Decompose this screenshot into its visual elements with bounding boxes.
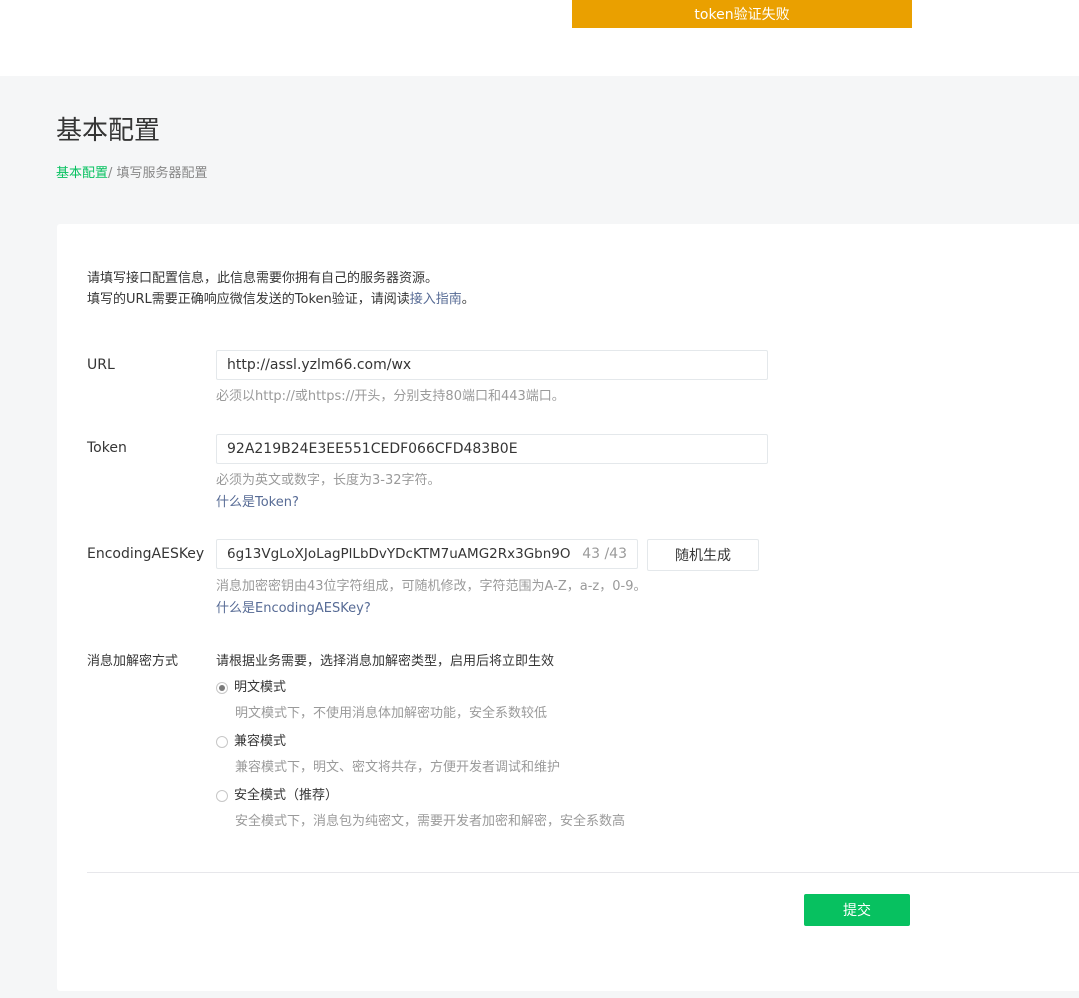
toast-message: token验证失败 <box>694 7 790 23</box>
radio-label: 安全模式（推荐） <box>234 788 339 803</box>
radio-button[interactable] <box>216 790 228 802</box>
breadcrumb-current: 填写服务器配置 <box>116 166 208 181</box>
error-toast: token验证失败 <box>572 0 912 28</box>
aes-key-hint: 消息加密密钥由43位字符组成，可随机修改，字符范围为A-Z，a-z，0-9。 <box>216 579 647 594</box>
token-hint: 必须为英文或数字，长度为3-32字符。 <box>216 473 441 488</box>
form-divider <box>87 872 1079 873</box>
config-panel: 请填写接口配置信息，此信息需要你拥有自己的服务器资源。 填写的URL需要正确响应… <box>57 224 1079 991</box>
url-label: URL <box>87 357 115 373</box>
radio-label: 兼容模式 <box>234 734 287 749</box>
url-input[interactable]: http://assl.yzlm66.com/wx <box>216 350 768 380</box>
intro-line-2-prefix: 填写的URL需要正确响应微信发送的Token验证，请阅读 <box>87 292 410 307</box>
encryption-mode-label: 消息加解密方式 <box>87 654 179 669</box>
url-hint: 必须以http://或https://开头，分别支持80端口和443端口。 <box>216 389 565 404</box>
token-input-value: 92A219B24E3EE551CEDF066CFD483B0E <box>227 441 518 457</box>
radio-description: 安全模式下，消息包为纯密文，需要开发者加密和解密，安全系数高 <box>235 814 626 829</box>
intro-line-2-suffix: 。 <box>461 292 475 307</box>
page-title: 基本配置 <box>56 116 161 146</box>
aes-key-label: EncodingAESKey <box>87 546 205 562</box>
breadcrumb: 基本配置/ 填写服务器配置 <box>56 165 208 183</box>
radio-label: 明文模式 <box>234 680 287 695</box>
what-is-aes-key-link[interactable]: 什么是EncodingAESKey? <box>216 600 371 618</box>
intro-line-2: 填写的URL需要正确响应微信发送的Token验证，请阅读接入指南。 <box>87 289 475 310</box>
intro-line-1: 请填写接口配置信息，此信息需要你拥有自己的服务器资源。 <box>87 271 439 286</box>
radio-plaintext-mode[interactable]: 明文模式 <box>216 679 286 697</box>
submit-button[interactable]: 提交 <box>804 894 910 926</box>
radio-description: 兼容模式下，明文、密文将共存，方便开发者调试和维护 <box>235 760 561 775</box>
radio-button[interactable] <box>216 736 228 748</box>
breadcrumb-separator: / <box>108 166 117 181</box>
radio-compatible-mode[interactable]: 兼容模式 <box>216 733 286 751</box>
aes-key-input-value: 6g13VgLoXJoLagPlLbDvYDcKTM7uAMG2Rx3Gbn9O <box>227 546 571 562</box>
intro-text: 请填写接口配置信息，此信息需要你拥有自己的服务器资源。 填写的URL需要正确响应… <box>87 268 475 310</box>
encryption-mode-description: 请根据业务需要，选择消息加解密类型，启用后将立即生效 <box>216 654 555 669</box>
what-is-token-link[interactable]: 什么是Token? <box>216 494 299 512</box>
aes-key-counter: 43 /43 <box>582 546 627 562</box>
url-input-value: http://assl.yzlm66.com/wx <box>227 357 412 373</box>
token-label: Token <box>87 440 127 456</box>
breadcrumb-home-link[interactable]: 基本配置 <box>56 166 108 181</box>
token-input[interactable]: 92A219B24E3EE551CEDF066CFD483B0E <box>216 434 768 464</box>
radio-secure-mode[interactable]: 安全模式（推荐） <box>216 787 338 805</box>
integration-guide-link[interactable]: 接入指南 <box>410 292 462 307</box>
radio-description: 明文模式下，不使用消息体加解密功能，安全系数较低 <box>235 706 548 721</box>
radio-button-checked[interactable] <box>216 682 228 694</box>
random-generate-button[interactable]: 随机生成 <box>647 539 759 571</box>
aes-key-input[interactable]: 6g13VgLoXJoLagPlLbDvYDcKTM7uAMG2Rx3Gbn9O… <box>216 539 638 569</box>
